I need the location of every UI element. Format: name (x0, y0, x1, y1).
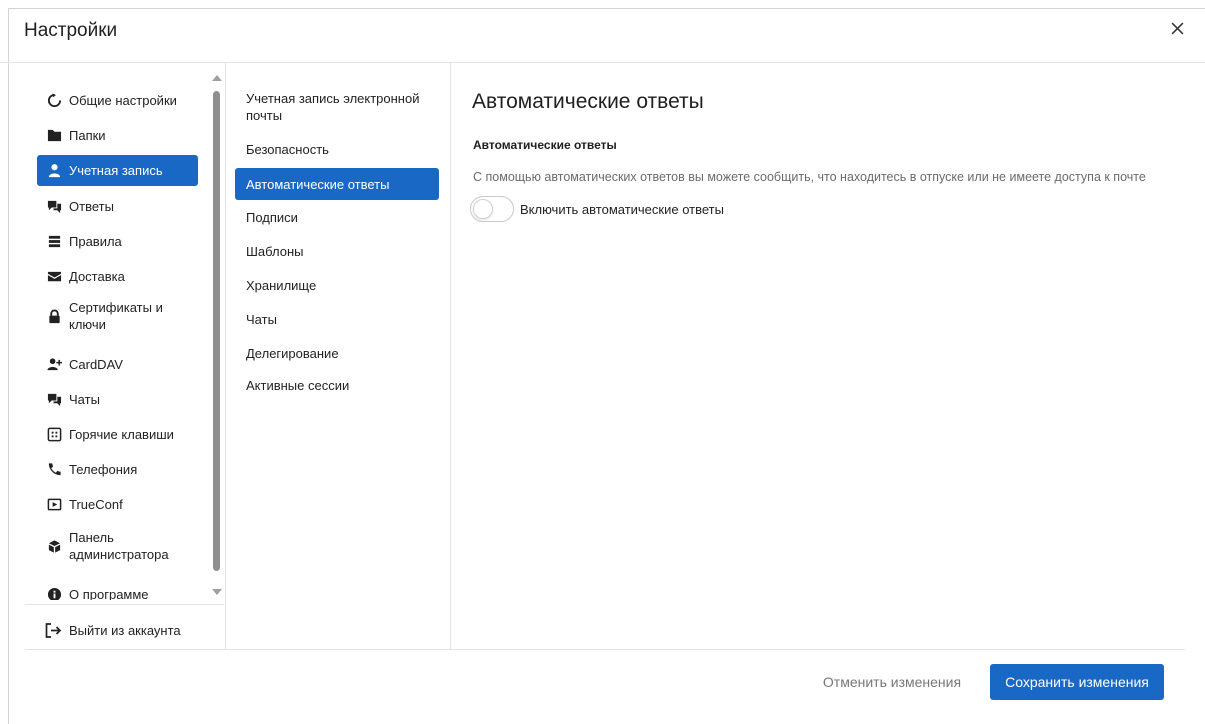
subnav-item-label: Активные сессии (246, 377, 350, 393)
scrollbar-thumb[interactable] (213, 91, 220, 571)
sidebar-item-label: Сертификаты и ключи (69, 300, 163, 332)
envelope-icon (37, 269, 69, 284)
sidebar-item-label: Панель администратора (69, 530, 169, 562)
subnav-item-label: Подписи (246, 209, 298, 225)
close-icon (1171, 22, 1183, 34)
sidebar-item-account[interactable]: Учетная запись (37, 155, 198, 186)
user-icon (37, 163, 69, 178)
sidebar-item-rules[interactable]: Правила (37, 227, 198, 255)
logout-label: Выйти из аккаунта (69, 622, 181, 638)
sidebar-item-label: Папки (69, 127, 106, 143)
save-changes-button[interactable]: Сохранить изменения (990, 664, 1164, 700)
sidebar-item-label: О программе (69, 586, 149, 601)
add-user-icon (37, 357, 69, 372)
dialog-title: Настройки (24, 20, 118, 41)
auto-reply-description: С помощью автоматических ответов вы може… (473, 170, 1146, 184)
sidebar-item-label: Горячие клавиши (69, 426, 174, 442)
sidebar-item-label: Учетная запись (69, 163, 163, 178)
subnav-item-label: Учетная запись электронной почты (246, 91, 420, 123)
sidebar-item-about[interactable]: О программе (37, 580, 198, 600)
sidebar-item-label: Чаты (69, 391, 100, 407)
info-icon (37, 587, 69, 600)
sidebar-item-folders[interactable]: Папки (37, 121, 198, 149)
folder-icon (37, 128, 69, 143)
sidebar-item-label: TrueConf (69, 496, 123, 512)
sidebar-item-certificates[interactable]: Сертификаты и ключи (37, 296, 198, 336)
sidebar-item-delivery[interactable]: Доставка (37, 262, 198, 290)
subnav-item-delegation[interactable]: Делегирование (235, 338, 439, 368)
sidebar-item-label: Ответы (69, 198, 114, 214)
subnav-item-templates[interactable]: Шаблоны (235, 236, 439, 266)
sidebar-item-chats[interactable]: Чаты (37, 385, 198, 413)
column-divider (450, 63, 451, 649)
lock-icon (37, 309, 69, 324)
section-title: Автоматические ответы (473, 138, 617, 152)
sidebar-item-label: Общие настройки (69, 92, 177, 108)
auto-reply-toggle-row[interactable]: Включить автоматические ответы (470, 196, 724, 222)
subnav-item-signatures[interactable]: Подписи (235, 202, 439, 232)
footer-divider (25, 649, 1185, 650)
sidebar-item-trueconf[interactable]: TrueConf (37, 490, 198, 518)
scroll-up-arrow-icon[interactable] (212, 75, 222, 81)
sidebar-item-label: Доставка (69, 268, 125, 284)
sidebar-item-general[interactable]: Общие настройки (37, 86, 198, 114)
subnav-item-storage[interactable]: Хранилище (235, 270, 439, 300)
subnav-item-label: Хранилище (246, 277, 317, 293)
subnav-item-label: Делегирование (246, 345, 339, 361)
settings-sidebar: Общие настройки Папки Учетная запись Отв… (25, 63, 225, 649)
subnav-item-label: Чаты (246, 311, 277, 327)
admin-cube-icon (37, 539, 69, 554)
refresh-icon (37, 92, 69, 108)
subnav-item-auto-replies[interactable]: Автоматические ответы (235, 168, 439, 200)
sidebar-scrollbar[interactable] (211, 75, 222, 595)
page-title: Автоматические ответы (472, 90, 704, 113)
keyboard-icon (37, 427, 69, 442)
sidebar-item-replies[interactable]: Ответы (37, 192, 198, 220)
subnav-item-label: Безопасность (246, 141, 329, 157)
logout-button[interactable]: Выйти из аккаунта (37, 615, 207, 645)
video-icon (37, 497, 69, 512)
subnav-item-email-account[interactable]: Учетная запись электронной почты (235, 88, 439, 126)
subnav-item-security[interactable]: Безопасность (235, 134, 439, 164)
chat-icon (37, 392, 69, 407)
auto-reply-toggle-label: Включить автоматические ответы (520, 201, 724, 217)
subnav-item-active-sessions[interactable]: Активные сессии (235, 370, 439, 400)
sidebar-scroll-area[interactable]: Общие настройки Папки Учетная запись Отв… (25, 63, 225, 600)
logout-icon (37, 622, 69, 638)
close-button[interactable] (1165, 16, 1189, 40)
subnav-item-label: Автоматические ответы (246, 176, 390, 192)
sidebar-item-label: Телефония (69, 461, 138, 477)
sidebar-item-carddav[interactable]: CardDAV (37, 350, 198, 378)
column-divider (225, 63, 226, 649)
subnav-item-label: Шаблоны (246, 243, 304, 259)
phone-icon (37, 462, 69, 477)
sidebar-item-telephony[interactable]: Телефония (37, 455, 198, 483)
cancel-changes-button[interactable]: Отменить изменения (807, 664, 977, 700)
toggle-knob (473, 199, 493, 219)
scroll-down-arrow-icon[interactable] (212, 589, 222, 595)
rules-list-icon (37, 234, 69, 249)
sidebar-item-admin-panel[interactable]: Панель администратора (37, 526, 198, 566)
sidebar-item-label: Правила (69, 233, 122, 249)
auto-reply-toggle[interactable] (470, 196, 514, 222)
sidebar-divider (25, 604, 224, 605)
subnav-item-chats[interactable]: Чаты (235, 304, 439, 334)
sidebar-item-label: CardDAV (69, 356, 123, 372)
sidebar-item-hotkeys[interactable]: Горячие клавиши (37, 420, 198, 448)
reply-chat-icon (37, 199, 69, 214)
